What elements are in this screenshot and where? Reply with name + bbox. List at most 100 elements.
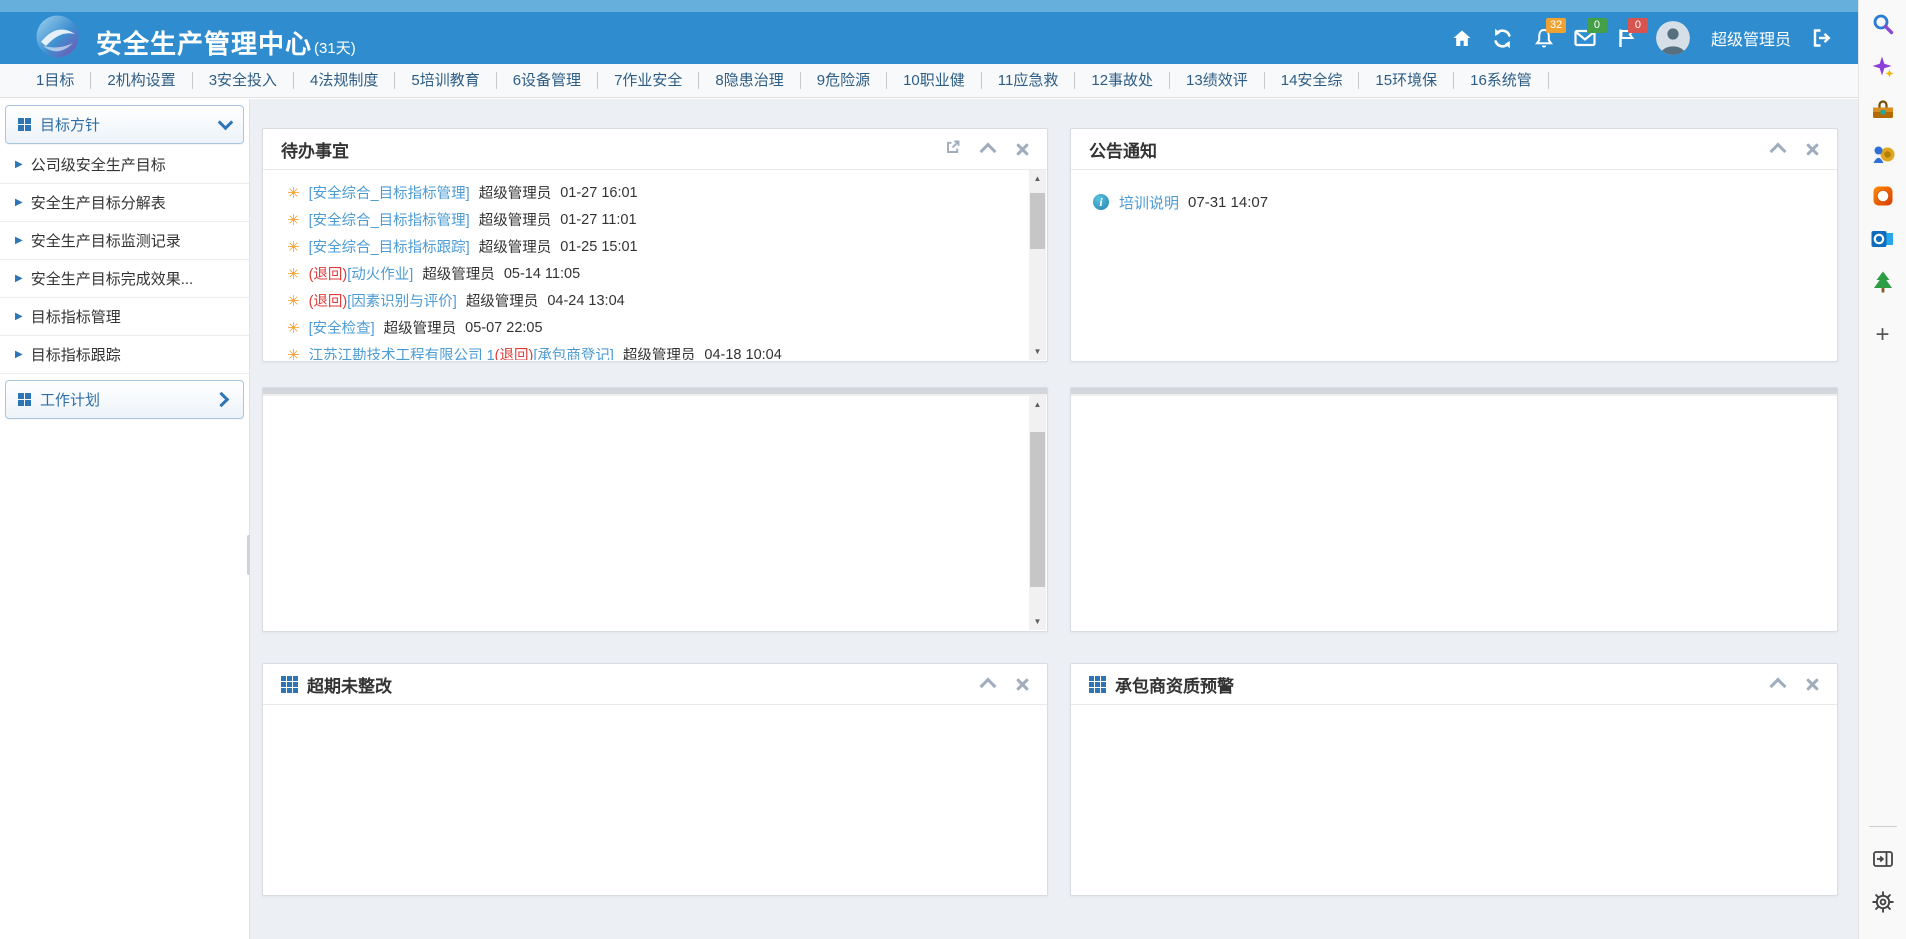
nav-item[interactable]: 10职业健	[887, 72, 982, 89]
todo-company-link[interactable]: 江苏江勘技术工程有限公司 1	[309, 344, 495, 360]
tools-icon[interactable]	[1867, 94, 1899, 126]
todo-item-time: 04-18 10:04	[704, 347, 781, 361]
current-user-label[interactable]: 超级管理员	[1711, 26, 1791, 50]
nav-item[interactable]: 3安全投入	[193, 72, 294, 89]
todo-item-user: 超级管理员	[422, 263, 495, 284]
home-icon[interactable]	[1451, 27, 1473, 49]
scrollbar-thumb[interactable]	[1030, 432, 1045, 587]
nav-item[interactable]: 4法规制度	[294, 72, 395, 89]
nav-item[interactable]: 15环境保	[1359, 72, 1454, 89]
nav-item[interactable]: 8隐患治理	[699, 72, 800, 89]
notice-item-time: 07-31 14:07	[1188, 194, 1268, 211]
triangle-bullet-icon: ▶	[15, 235, 23, 246]
sidebar-menu-item[interactable]: ▶ 安全生产目标监测记录	[0, 222, 249, 260]
add-sidebar-item-icon[interactable]: +	[1867, 319, 1899, 351]
mail-badge: 0	[1587, 18, 1607, 33]
todo-item: ✳ [安全综合_目标指标管理] 超级管理员 01-27 11:01	[287, 206, 1029, 233]
nav-item[interactable]: 13绩效评	[1170, 72, 1265, 89]
copilot-sparkle-icon[interactable]	[1867, 51, 1899, 83]
todo-item-link[interactable]: [安全综合_目标指标管理]	[309, 209, 470, 230]
header-top-strip	[0, 0, 1858, 12]
todo-item-time: 01-27 16:01	[560, 185, 637, 201]
avatar[interactable]	[1656, 21, 1690, 55]
todo-item-link[interactable]: [安全综合_目标指标管理]	[309, 182, 470, 203]
scroll-up-icon[interactable]: ▲	[1029, 170, 1046, 187]
collapse-icon[interactable]	[1770, 143, 1787, 160]
sidebar-menu-item[interactable]: ▶ 安全生产目标完成效果...	[0, 260, 249, 298]
logout-icon[interactable]	[1810, 27, 1832, 49]
sidebar-menu-item[interactable]: ▶ 目标指标管理	[0, 298, 249, 336]
nav-item[interactable]: 2机构设置	[91, 72, 192, 89]
notice-item-link[interactable]: 培训说明	[1119, 192, 1179, 213]
todo-item-time: 05-14 11:05	[504, 266, 580, 282]
sidebar-menu: ▶ 公司级安全生产目标 ▶ 安全生产目标分解表 ▶ 安全生产目标监测记录 ▶ 安…	[0, 146, 249, 374]
sidebar-menu-item[interactable]: ▶ 公司级安全生产目标	[0, 146, 249, 184]
sidebar-section-label: 工作计划	[40, 389, 100, 410]
panel-overdue-header: 超期未整改	[263, 664, 1047, 705]
flag-icon[interactable]: 0	[1615, 27, 1637, 49]
asterisk-icon: ✳	[287, 346, 300, 361]
app-title-days: (31天)	[314, 40, 356, 57]
nav-item[interactable]: 14安全综	[1265, 72, 1360, 89]
nav-item[interactable]: 6设备管理	[497, 72, 598, 89]
close-icon[interactable]	[1806, 678, 1819, 691]
todo-item-link[interactable]: [安全检查]	[309, 317, 375, 338]
nav-item[interactable]: 1目标	[20, 72, 91, 89]
horizontal-scrollbar[interactable]	[263, 388, 1047, 396]
collapse-icon[interactable]	[980, 678, 997, 695]
sidebar-menu-item[interactable]: ▶ 目标指标跟踪	[0, 336, 249, 374]
todo-item-link[interactable]: [因素识别与评价]	[347, 290, 457, 311]
nav-item[interactable]: 12事故处	[1075, 72, 1170, 89]
scrollbar-thumb[interactable]	[1030, 193, 1045, 249]
close-icon[interactable]	[1016, 678, 1029, 691]
triangle-bullet-icon: ▶	[15, 311, 23, 322]
app-header: 安全生产管理中心(31天) 32 0	[0, 0, 1858, 64]
app-logo-icon	[34, 13, 81, 60]
outlook-icon[interactable]	[1867, 223, 1899, 255]
grid-icon	[281, 676, 298, 693]
todo-item-link[interactable]: [承包商登记]	[533, 344, 614, 360]
close-icon[interactable]	[1016, 143, 1029, 156]
panel-contractor-header: 承包商资质预警	[1071, 664, 1837, 705]
sidebar: 目标方针 ▶ 公司级安全生产目标 ▶ 安全生产目标分解表 ▶ 安全生产目标监测记…	[0, 99, 250, 939]
mail-icon[interactable]: 0	[1574, 27, 1596, 49]
app-title: 安全生产管理中心	[96, 29, 312, 59]
nav-item[interactable]: 7作业安全	[598, 72, 699, 89]
asterisk-icon: ✳	[287, 211, 300, 229]
settings-gear-icon[interactable]	[1867, 886, 1899, 918]
nav-item[interactable]: 9危险源	[801, 72, 887, 89]
horizontal-scrollbar[interactable]	[1071, 388, 1837, 396]
nav-item[interactable]: 16系统管	[1454, 72, 1549, 89]
collapse-icon[interactable]	[1770, 678, 1787, 695]
collapse-icon[interactable]	[980, 143, 997, 160]
nav-item[interactable]: 11应急救	[982, 72, 1076, 89]
office-icon[interactable]	[1867, 180, 1899, 212]
scroll-down-icon[interactable]: ▼	[1029, 613, 1046, 630]
scroll-down-icon[interactable]: ▼	[1029, 343, 1046, 360]
todo-item-time: 01-25 15:01	[560, 239, 637, 255]
nav-item[interactable]: 5培训教育	[395, 72, 496, 89]
close-icon[interactable]	[1806, 143, 1819, 156]
sidebar-section-goal-policy[interactable]: 目标方针	[5, 105, 244, 144]
sidebar-menu-item-label: 安全生产目标监测记录	[31, 230, 181, 251]
module-nav: 1目标 2机构设置 3安全投入 4法规制度 5培训教育 6设备管理 7作业安全 …	[0, 64, 1858, 98]
sidebar-section-work-plan[interactable]: 工作计划	[5, 380, 244, 419]
sidebar-menu-item-label: 目标指标管理	[31, 306, 121, 327]
page-title: 安全生产管理中心(31天)	[96, 24, 356, 61]
todo-item: ✳ [安全综合_目标指标管理] 超级管理员 01-27 16:01	[287, 179, 1029, 206]
games-icon[interactable]	[1867, 137, 1899, 169]
open-panel-icon[interactable]	[1867, 843, 1899, 875]
refresh-icon[interactable]	[1492, 27, 1514, 49]
todo-item-link[interactable]: [安全综合_目标指标跟踪]	[309, 236, 470, 257]
scroll-up-icon[interactable]: ▲	[1029, 396, 1046, 413]
flag-badge: 0	[1628, 18, 1648, 33]
todo-item-link[interactable]: [动火作业]	[347, 263, 413, 284]
mid-left-scrollbar[interactable]: ▲ ▼	[1029, 396, 1046, 630]
tree-icon[interactable]	[1867, 266, 1899, 298]
todo-scrollbar[interactable]: ▲ ▼	[1029, 170, 1046, 360]
external-link-icon[interactable]	[946, 140, 960, 159]
todo-returned-flag: (退回)	[309, 290, 348, 311]
search-icon[interactable]	[1867, 8, 1899, 40]
notifications-bell-icon[interactable]: 32	[1533, 27, 1555, 49]
sidebar-menu-item[interactable]: ▶ 安全生产目标分解表	[0, 184, 249, 222]
